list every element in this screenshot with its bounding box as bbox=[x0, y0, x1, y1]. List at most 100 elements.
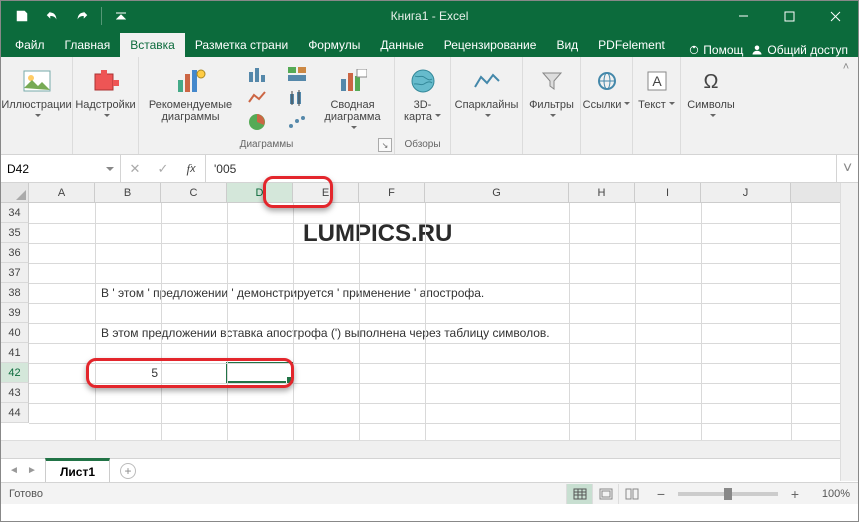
normal-view-button[interactable] bbox=[566, 484, 592, 504]
column-header-F[interactable]: F bbox=[359, 183, 425, 202]
minimize-button[interactable] bbox=[720, 1, 766, 31]
insert-function-button[interactable]: fx bbox=[177, 155, 205, 182]
row-header-36[interactable]: 36 bbox=[1, 243, 29, 263]
cancel-formula-button[interactable]: ✕ bbox=[121, 155, 149, 182]
row-header-35[interactable]: 35 bbox=[1, 223, 29, 243]
sheet-tab-bar: ◄ ► Лист1 + bbox=[1, 458, 858, 482]
select-all-button[interactable] bbox=[1, 183, 29, 202]
column-header-G[interactable]: G bbox=[425, 183, 569, 202]
links-button[interactable]: Ссылки bbox=[579, 63, 635, 113]
redo-button[interactable] bbox=[69, 3, 95, 29]
column-header-I[interactable]: I bbox=[635, 183, 701, 202]
sparklines-button[interactable]: Спарклайны bbox=[455, 63, 518, 125]
formula-bar: D42 ✕ ✓ fx '005 ˅ bbox=[1, 155, 858, 183]
illustrations-button[interactable]: Иллюстрации bbox=[5, 63, 68, 125]
formula-input[interactable]: '005 bbox=[206, 155, 836, 182]
tab-formulas[interactable]: Формулы bbox=[298, 33, 370, 57]
column-chart-button[interactable] bbox=[238, 63, 276, 85]
share-button[interactable]: Общий доступ bbox=[751, 43, 848, 57]
tours-group-label: Обзоры bbox=[399, 139, 446, 152]
cell-B42: 5 bbox=[95, 363, 161, 383]
pictures-icon bbox=[23, 65, 51, 97]
tab-view[interactable]: Вид bbox=[546, 33, 588, 57]
share-label: Общий доступ bbox=[767, 43, 848, 57]
hierarchy-chart-button[interactable] bbox=[278, 63, 316, 85]
row-header-43[interactable]: 43 bbox=[1, 383, 29, 403]
tab-page-layout[interactable]: Разметка страни bbox=[185, 33, 298, 57]
zoom-out-button[interactable]: − bbox=[652, 485, 670, 503]
tab-file[interactable]: Файл bbox=[5, 33, 55, 57]
close-button[interactable] bbox=[812, 1, 858, 31]
zoom-in-button[interactable]: + bbox=[786, 485, 804, 503]
column-header-H[interactable]: H bbox=[569, 183, 635, 202]
status-bar: Готово − + 100% bbox=[1, 482, 858, 504]
page-break-view-button[interactable] bbox=[618, 484, 644, 504]
row-header-40[interactable]: 40 bbox=[1, 323, 29, 343]
ribbon-tabs: Файл Главная Вставка Разметка страни Фор… bbox=[1, 31, 858, 57]
omega-icon: Ω bbox=[699, 65, 723, 97]
statistic-chart-button[interactable] bbox=[278, 87, 316, 109]
expand-formula-bar-button[interactable]: ˅ bbox=[836, 155, 858, 182]
collapse-ribbon-button[interactable]: ˄ bbox=[838, 61, 854, 77]
row-header-37[interactable]: 37 bbox=[1, 263, 29, 283]
cell-B40: В этом предложении вставка апострофа (')… bbox=[98, 323, 553, 343]
row-header-34[interactable]: 34 bbox=[1, 203, 29, 223]
row-header-39[interactable]: 39 bbox=[1, 303, 29, 323]
pivot-chart-button[interactable]: Сводная диаграмма bbox=[318, 63, 388, 137]
vertical-scrollbar[interactable] bbox=[840, 183, 858, 481]
zoom-slider[interactable] bbox=[678, 492, 778, 496]
save-button[interactable] bbox=[9, 3, 35, 29]
row-header-41[interactable]: 41 bbox=[1, 343, 29, 363]
undo-button[interactable] bbox=[39, 3, 65, 29]
horizontal-scrollbar[interactable] bbox=[1, 440, 858, 458]
qat-customize-button[interactable] bbox=[108, 3, 134, 29]
sheet-nav-prev[interactable]: ◄ bbox=[5, 461, 23, 481]
help-button[interactable]: Помощ bbox=[688, 43, 743, 57]
column-header-A[interactable]: A bbox=[29, 183, 95, 202]
column-header-B[interactable]: B bbox=[95, 183, 161, 202]
filters-label: Фильтры bbox=[528, 99, 576, 123]
3d-map-button[interactable]: 3D- карта bbox=[395, 63, 451, 125]
text-button[interactable]: A Текст bbox=[629, 63, 685, 113]
sheet-tab-1[interactable]: Лист1 bbox=[45, 458, 110, 482]
tab-insert[interactable]: Вставка bbox=[120, 33, 185, 57]
name-box[interactable]: D42 bbox=[1, 155, 121, 182]
column-header-J[interactable]: J bbox=[701, 183, 791, 202]
page-layout-view-button[interactable] bbox=[592, 484, 618, 504]
column-header-E[interactable]: E bbox=[293, 183, 359, 202]
addins-button[interactable]: Надстройки bbox=[77, 63, 134, 125]
row-headers: 3435363738394041424344 bbox=[1, 203, 29, 440]
help-label: Помощ bbox=[703, 43, 743, 57]
row-header-38[interactable]: 38 bbox=[1, 283, 29, 303]
scatter-chart-button[interactable] bbox=[278, 111, 316, 133]
recommended-charts-button[interactable]: Рекомендуемые диаграммы bbox=[146, 63, 236, 125]
textbox-icon: A bbox=[646, 65, 668, 97]
addins-label: Надстройки bbox=[75, 99, 135, 123]
tab-home[interactable]: Главная bbox=[55, 33, 121, 57]
row-header-42[interactable]: 42 bbox=[1, 363, 29, 383]
window-controls bbox=[720, 1, 858, 31]
recommended-charts-label: Рекомендуемые диаграммы bbox=[149, 99, 232, 123]
watermark-text: LUMPICS.RU bbox=[303, 224, 452, 244]
column-header-D[interactable]: D bbox=[227, 183, 293, 202]
filters-button[interactable]: Фильтры bbox=[524, 63, 580, 125]
recommended-charts-icon bbox=[176, 65, 206, 97]
tab-pdfelement[interactable]: PDFelement bbox=[588, 33, 675, 57]
line-chart-button[interactable] bbox=[238, 87, 276, 109]
status-ready: Готово bbox=[9, 488, 43, 500]
charts-dialog-launcher[interactable]: ↘ bbox=[378, 138, 392, 152]
sheet-nav-next[interactable]: ► bbox=[23, 461, 41, 481]
illustrations-label: Иллюстрации bbox=[1, 99, 71, 123]
enter-formula-button[interactable]: ✓ bbox=[149, 155, 177, 182]
tab-review[interactable]: Рецензирование bbox=[434, 33, 547, 57]
tab-data[interactable]: Данные bbox=[370, 33, 433, 57]
maximize-button[interactable] bbox=[766, 1, 812, 31]
cells-grid[interactable]: LUMPICS.RU В ' этом ' предложении ' демо… bbox=[29, 203, 858, 440]
quick-access-toolbar bbox=[1, 3, 134, 29]
pie-chart-button[interactable] bbox=[238, 111, 276, 133]
column-header-C[interactable]: C bbox=[161, 183, 227, 202]
symbols-button[interactable]: Ω Символы bbox=[683, 63, 739, 125]
add-sheet-button[interactable]: + bbox=[116, 459, 140, 483]
row-header-44[interactable]: 44 bbox=[1, 403, 29, 423]
zoom-percent[interactable]: 100% bbox=[810, 488, 850, 500]
